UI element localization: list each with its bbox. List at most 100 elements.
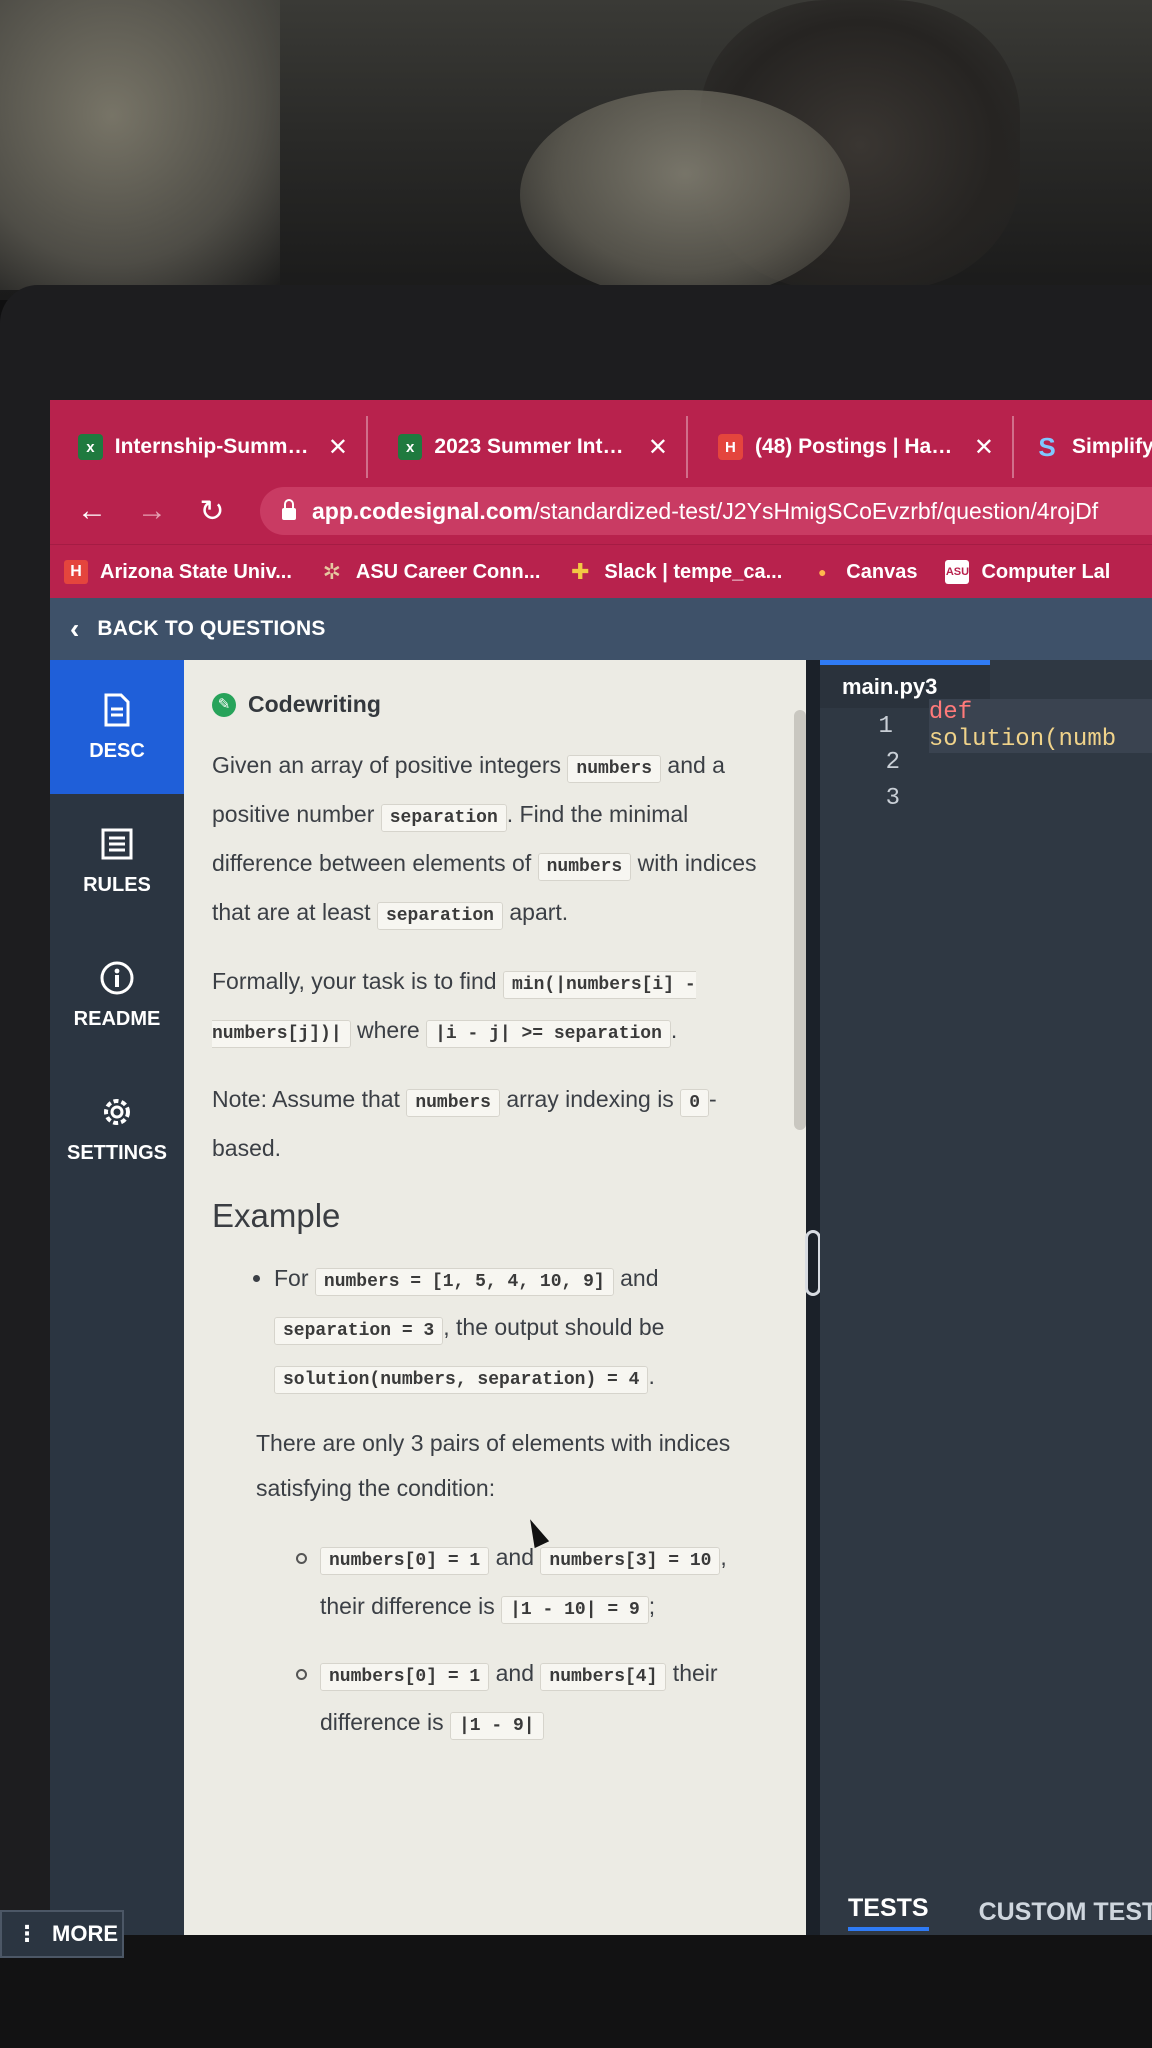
text: Formally, your task is to find (212, 968, 503, 994)
bookmark-label: Computer Lal (981, 560, 1111, 583)
description-scrollbar[interactable] (794, 710, 806, 1130)
back-arrow-icon[interactable]: ← (74, 494, 110, 528)
text: For (274, 1265, 315, 1291)
more-label: MORE (52, 1921, 118, 1946)
bookmark-career[interactable]: ✲ ASU Career Conn... (320, 559, 541, 584)
text: Note: Assume that (212, 1086, 407, 1112)
chevron-left-icon[interactable]: ‹ (70, 613, 79, 645)
explanation-text: There are only 3 pairs of elements with … (256, 1430, 731, 1501)
code-token: numbers[0] = 1 (320, 1663, 490, 1691)
bookmark-label: Slack | tempe_ca... (604, 560, 783, 583)
photo-wall (0, 0, 280, 290)
reload-icon[interactable]: ↻ (194, 494, 230, 529)
url-field[interactable]: app.codesignal.com/standardized-test/J2Y… (260, 487, 1152, 535)
text: and (613, 1265, 659, 1291)
browser-tab-1[interactable]: x Internship-Summer'2 ✕ (50, 416, 368, 478)
sidebar-item-desc[interactable]: DESC (50, 660, 184, 794)
code-keyword: def (928, 699, 973, 726)
text: . (648, 1363, 655, 1389)
asu-logo-icon: ASU (945, 560, 970, 584)
code-token: |1 - 10| = 9 (501, 1596, 649, 1624)
document-icon (99, 692, 135, 728)
description-panel: ✎ Codewriting Given an array of positive… (184, 660, 806, 1935)
browser-tab-3[interactable]: H (48) Postings | Hands ✕ (688, 416, 1014, 478)
line-number: 1 (878, 712, 893, 740)
list-icon (99, 826, 135, 862)
tab-label: Simplify (1072, 435, 1152, 458)
text: array indexing is (499, 1086, 681, 1112)
tab-tests[interactable]: TESTS (848, 1894, 929, 1931)
photo-pillow (520, 90, 850, 300)
code-token: 0 (680, 1089, 710, 1117)
bookmark-slack[interactable]: ✚ Slack | tempe_ca... (568, 559, 783, 584)
code-line[interactable]: 3 (820, 780, 1152, 816)
tab-bar: x Internship-Summer'2 ✕ x 2023 Summer In… (50, 400, 1152, 478)
text: . (670, 1017, 678, 1043)
text: and (489, 1544, 541, 1570)
asu-icon: H (64, 560, 88, 584)
excel-icon: x (78, 434, 103, 460)
code-token: solution(numbers, separation) = 4 (274, 1366, 649, 1394)
more-button[interactable]: ⋮ MORE (0, 1910, 124, 1958)
sidebar-item-rules[interactable]: RULES (50, 794, 184, 928)
text: Given an array of positive integers (212, 752, 568, 778)
forward-arrow-icon[interactable]: → (134, 494, 170, 528)
example-list: For numbers = [1, 5, 4, 10, 9] and separ… (212, 1256, 766, 1403)
tab-label: Internship-Summer'2 (114, 435, 314, 458)
code-text: solution(numb (928, 726, 1117, 753)
back-to-questions-link[interactable]: BACK TO QUESTIONS (97, 617, 325, 641)
example-heading: Example (212, 1197, 341, 1234)
text: , the output should be (443, 1314, 665, 1340)
browser-tab-2[interactable]: x 2023 Summer Interns ✕ (368, 416, 688, 478)
text: ; (648, 1593, 656, 1619)
background-photo (0, 0, 1152, 300)
tab-custom-test[interactable]: CUSTOM TEST (979, 1898, 1152, 1927)
resize-handle[interactable] (805, 1230, 821, 1296)
pair-item: numbers[0] = 1 and numbers[3] = 10, thei… (296, 1535, 766, 1633)
tab-label: (48) Postings | Hands (754, 435, 960, 458)
code-token: numbers = [1, 5, 4, 10, 9] (314, 1268, 614, 1296)
gear-icon (99, 1094, 135, 1130)
bookmark-canvas[interactable]: ● Canvas (810, 560, 917, 584)
code-token: |i - j| >= separation (426, 1020, 671, 1048)
code-editor[interactable]: main.py3 1 def solution(numb 2 3 (820, 660, 1152, 1935)
excel-icon: x (398, 434, 423, 460)
close-icon[interactable]: ✕ (974, 433, 994, 462)
code-token: numbers[0] = 1 (320, 1547, 490, 1575)
lock-icon (282, 499, 296, 520)
bookmarks-bar: H Arizona State Univ... ✲ ASU Career Con… (50, 544, 1152, 599)
code-token: |1 - 9| (449, 1712, 544, 1740)
code-token: numbers[4] (540, 1663, 667, 1691)
simplify-icon: S (1038, 431, 1056, 462)
text: apart. (502, 899, 569, 925)
gear-icon: ✲ (322, 559, 342, 584)
back-to-questions-bar: ‹ BACK TO QUESTIONS (50, 598, 1152, 660)
tab-label: 2023 Summer Interns (434, 435, 634, 458)
address-bar: ← → ↻ app.codesignal.com/standardized-te… (50, 478, 1152, 544)
text: and (489, 1660, 541, 1686)
line-number: 2 (885, 748, 900, 776)
codewriting-icon: ✎ (212, 692, 236, 717)
sidebar: DESC RULES README SETTINGS (50, 660, 184, 1935)
bookmark-label: ASU Career Conn... (355, 560, 541, 583)
code-line[interactable]: 1 def solution(numb (820, 699, 1152, 753)
bookmark-computer-lab[interactable]: ASU Computer Lal (945, 560, 1110, 584)
screen: x Internship-Summer'2 ✕ x 2023 Summer In… (50, 400, 1152, 1935)
sidebar-item-readme[interactable]: README (50, 928, 184, 1062)
url-host: app.codesignal.com (312, 497, 534, 524)
slack-icon: ✚ (571, 559, 590, 584)
url-path: /standardized-test/J2YsHmigSCoEvzrbf/que… (533, 497, 1099, 524)
laptop-bottom-bezel (0, 1935, 1152, 2048)
note-paragraph: Note: Assume that numbers array indexing… (212, 1077, 766, 1171)
example-item: For numbers = [1, 5, 4, 10, 9] and separ… (274, 1256, 766, 1403)
browser-tab-4[interactable]: S Simplify (1014, 416, 1152, 478)
close-icon[interactable]: ✕ (648, 433, 668, 462)
bookmark-asu[interactable]: H Arizona State Univ... (64, 560, 292, 584)
text: where (350, 1017, 427, 1043)
code-token: numbers (406, 1089, 500, 1117)
info-icon (99, 960, 135, 996)
sidebar-item-settings[interactable]: SETTINGS (50, 1062, 184, 1196)
close-icon[interactable]: ✕ (328, 433, 348, 462)
code-lines: 1 def solution(numb 2 3 (820, 699, 1152, 816)
code-token: numbers[3] = 10 (540, 1547, 721, 1575)
